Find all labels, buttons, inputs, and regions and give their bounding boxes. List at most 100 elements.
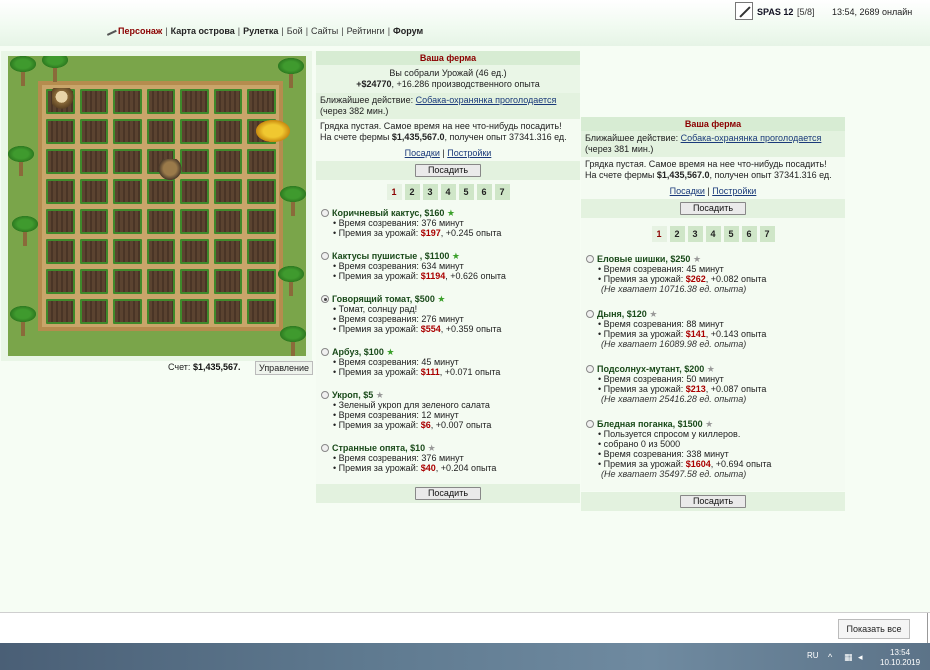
field-plot[interactable]: [46, 149, 75, 174]
field-plot[interactable]: [113, 299, 142, 324]
crop-option[interactable]: Коричневый кактус, $160 ★Время созревани…: [316, 206, 580, 240]
field-plot[interactable]: [213, 179, 243, 204]
crop-radio[interactable]: [321, 252, 329, 260]
field-plot[interactable]: [79, 119, 109, 144]
crop-option[interactable]: Еловые шишки, $250 ★Время созревания: 45…: [581, 252, 845, 296]
field-plot[interactable]: [180, 209, 209, 234]
dog-icon[interactable]: [158, 159, 182, 183]
page-link-6[interactable]: 6: [741, 226, 757, 242]
field-plot[interactable]: [247, 239, 276, 264]
chevron-up-icon[interactable]: ^: [828, 653, 837, 662]
crop-radio[interactable]: [586, 255, 594, 263]
page-link-1[interactable]: 1: [386, 184, 402, 200]
field-plot[interactable]: [79, 209, 109, 234]
crop-radio[interactable]: [321, 444, 329, 452]
page-link-7[interactable]: 7: [494, 184, 510, 200]
field-plot[interactable]: [146, 299, 176, 324]
field-plot[interactable]: [79, 89, 109, 114]
crop-option[interactable]: Говорящий томат, $500 ★Томат, солнцу рад…: [316, 292, 580, 336]
crop-radio[interactable]: [321, 348, 329, 356]
page-link-2[interactable]: 2: [404, 184, 420, 200]
field-plot[interactable]: [113, 119, 142, 144]
field-plot[interactable]: [213, 299, 243, 324]
crop-option[interactable]: Дыня, $120 ★Время созревания: 88 минутПр…: [581, 307, 845, 351]
page-link-2[interactable]: 2: [669, 226, 685, 242]
farm-field-image[interactable]: [8, 56, 306, 356]
crop-option[interactable]: Подсолнух-мутант, $200 ★Время созревания…: [581, 362, 845, 406]
crop-radio[interactable]: [586, 310, 594, 318]
field-plot[interactable]: [180, 239, 209, 264]
nav-roulette[interactable]: Рулетка: [243, 26, 278, 36]
plant-button[interactable]: Посадить: [414, 164, 482, 177]
nav-sites[interactable]: Сайты: [311, 26, 338, 36]
plant-button[interactable]: Посадить: [679, 495, 747, 508]
network-icon[interactable]: ▦: [844, 653, 853, 662]
page-link-7[interactable]: 7: [759, 226, 775, 242]
nav-island-map[interactable]: Карта острова: [171, 26, 235, 36]
field-plot[interactable]: [247, 149, 276, 174]
field-plot[interactable]: [180, 269, 209, 294]
field-plot[interactable]: [213, 119, 243, 144]
next-action-link[interactable]: Собака-охранянка проголодается: [416, 95, 557, 105]
field-plot[interactable]: [247, 269, 276, 294]
nav-ratings[interactable]: Рейтинги: [347, 26, 385, 36]
volume-icon[interactable]: ◂: [858, 653, 867, 662]
plant-button[interactable]: Посадить: [679, 202, 747, 215]
field-plot[interactable]: [79, 239, 109, 264]
crop-option[interactable]: Арбуз, $100 ★Время созревания: 45 минутП…: [316, 345, 580, 379]
field-plot[interactable]: [46, 119, 75, 144]
buildings-link[interactable]: Постройки: [447, 148, 491, 158]
field-plot[interactable]: [146, 119, 176, 144]
guard-dog-icon[interactable]: [52, 88, 76, 110]
field-plot[interactable]: [113, 209, 142, 234]
field-plot[interactable]: [46, 209, 75, 234]
straw-hat-icon[interactable]: [256, 120, 290, 142]
field-plot[interactable]: [79, 299, 109, 324]
field-plot[interactable]: [213, 209, 243, 234]
field-plot[interactable]: [113, 269, 142, 294]
field-plot[interactable]: [146, 269, 176, 294]
field-plot[interactable]: [247, 209, 276, 234]
page-link-4[interactable]: 4: [705, 226, 721, 242]
field-plot[interactable]: [247, 299, 276, 324]
buildings-link[interactable]: Постройки: [712, 186, 756, 196]
crop-radio[interactable]: [321, 209, 329, 217]
nav-fight[interactable]: Бой: [287, 26, 303, 36]
field-plot[interactable]: [113, 149, 142, 174]
show-all-button[interactable]: Показать все: [838, 619, 910, 639]
next-action-link[interactable]: Собака-охранянка проголодается: [681, 133, 822, 143]
plantings-link[interactable]: Посадки: [670, 186, 705, 196]
field-plot[interactable]: [247, 179, 276, 204]
crop-option[interactable]: Укроп, $5 ★Зеленый укроп для зеленого са…: [316, 388, 580, 432]
page-link-1[interactable]: 1: [651, 226, 667, 242]
field-plot[interactable]: [79, 179, 109, 204]
page-link-6[interactable]: 6: [476, 184, 492, 200]
plant-button[interactable]: Посадить: [414, 487, 482, 500]
pen-icon[interactable]: [735, 2, 753, 20]
field-plot[interactable]: [146, 209, 176, 234]
crop-radio[interactable]: [586, 420, 594, 428]
field-plot[interactable]: [180, 179, 209, 204]
field-plot[interactable]: [79, 149, 109, 174]
field-plot[interactable]: [79, 269, 109, 294]
field-plot[interactable]: [180, 299, 209, 324]
field-plot[interactable]: [213, 239, 243, 264]
user-name[interactable]: SPAS 12: [757, 7, 793, 17]
nav-character[interactable]: Персонаж: [118, 26, 162, 36]
field-plot[interactable]: [46, 299, 75, 324]
page-link-3[interactable]: 3: [422, 184, 438, 200]
taskbar-clock[interactable]: 13:54 10.10.2019: [880, 648, 920, 668]
field-plot[interactable]: [180, 149, 209, 174]
field-plot[interactable]: [46, 269, 75, 294]
field-plot[interactable]: [46, 179, 75, 204]
language-indicator[interactable]: RU: [807, 651, 819, 660]
field-plot[interactable]: [113, 89, 142, 114]
field-plot[interactable]: [146, 239, 176, 264]
field-plot[interactable]: [146, 89, 176, 114]
field-plot[interactable]: [213, 89, 243, 114]
page-link-4[interactable]: 4: [440, 184, 456, 200]
field-plot[interactable]: [113, 239, 142, 264]
page-link-5[interactable]: 5: [723, 226, 739, 242]
crop-option[interactable]: Странные опята, $10 ★Время созревания: 3…: [316, 441, 580, 475]
field-plot[interactable]: [113, 179, 142, 204]
